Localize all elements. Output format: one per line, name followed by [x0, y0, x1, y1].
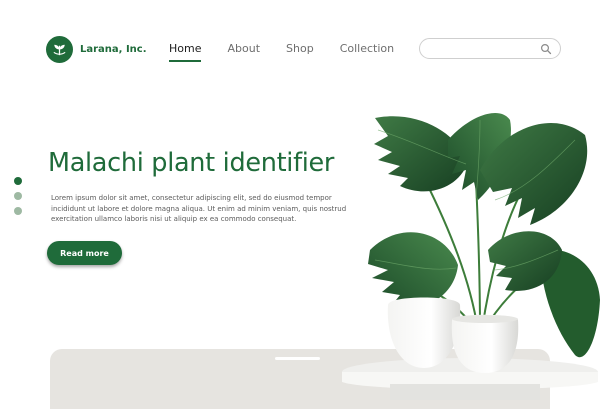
search-input[interactable]	[430, 42, 540, 56]
hero-description: Lorem ipsum dolor sit amet, consectetur …	[51, 194, 347, 223]
read-more-button[interactable]: Read more	[47, 241, 122, 265]
hero-title: Malachi plant identifier	[48, 148, 335, 178]
nav-home[interactable]: Home	[169, 42, 202, 62]
search-box[interactable]	[419, 38, 561, 59]
carousel-dots	[14, 177, 22, 222]
nav-shop[interactable]: Shop	[286, 42, 314, 61]
leaf-icon	[46, 36, 73, 63]
carousel-dot[interactable]	[14, 207, 22, 215]
nav-collection[interactable]: Collection	[340, 42, 394, 61]
nav-about[interactable]: About	[227, 42, 260, 61]
main-nav: Home About Shop Collection	[169, 42, 420, 62]
site-header: Larana, Inc. Home About Shop Collection	[0, 0, 600, 100]
brand-name: Larana, Inc.	[80, 44, 147, 55]
carousel-dot[interactable]	[14, 177, 22, 185]
monstera-plant-image	[342, 112, 600, 400]
panel-handle[interactable]	[275, 357, 320, 360]
brand-logo[interactable]: Larana, Inc.	[46, 36, 147, 63]
carousel-dot[interactable]	[14, 192, 22, 200]
search-icon[interactable]	[540, 43, 552, 55]
